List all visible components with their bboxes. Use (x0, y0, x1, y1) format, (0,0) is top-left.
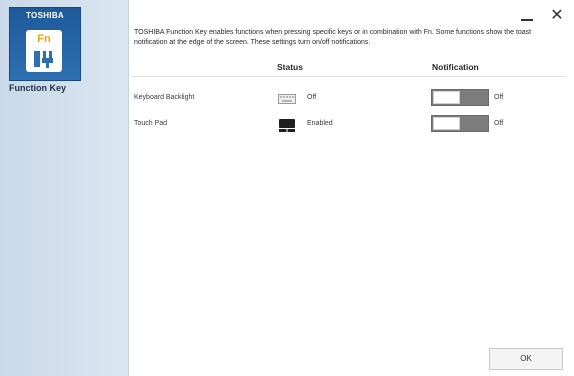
header-divider (132, 76, 566, 77)
notification-state-keyboard-backlight: Off (494, 94, 504, 101)
row-label-touch-pad: Touch Pad (134, 120, 168, 127)
notification-toggle-touch-pad[interactable] (431, 115, 489, 132)
ok-button[interactable]: OK (489, 348, 563, 370)
sidebar-title: Function Key (9, 83, 67, 93)
status-column-header: Status (277, 62, 303, 72)
toggle-thumb (433, 117, 460, 130)
close-button[interactable]: ✕ (548, 6, 566, 26)
plug-icon (34, 51, 53, 68)
notification-state-touch-pad: Off (494, 120, 504, 127)
toggle-thumb (433, 91, 460, 104)
fn-key-icon: Fn (26, 30, 62, 72)
status-keyboard-backlight: Off (307, 94, 317, 101)
window-controls: ✕ (506, 6, 566, 28)
touchpad-icon (279, 119, 295, 132)
description-text: TOSHIBA Function Key enables functions w… (134, 29, 532, 46)
row-label-keyboard-backlight: Keyboard Backlight (134, 94, 195, 101)
notification-toggle-keyboard-backlight[interactable] (431, 89, 489, 106)
notification-column-header: Notification (432, 62, 479, 72)
status-touch-pad: Enabled (307, 120, 333, 127)
brand-label: TOSHIBA (26, 11, 64, 20)
fn-key-label: Fn (37, 33, 51, 45)
keyboard-icon (278, 94, 296, 104)
minimize-button[interactable] (518, 10, 536, 26)
sidebar: TOSHIBA Fn Function Key (0, 0, 129, 376)
app-logo-tile: TOSHIBA Fn (9, 7, 81, 81)
